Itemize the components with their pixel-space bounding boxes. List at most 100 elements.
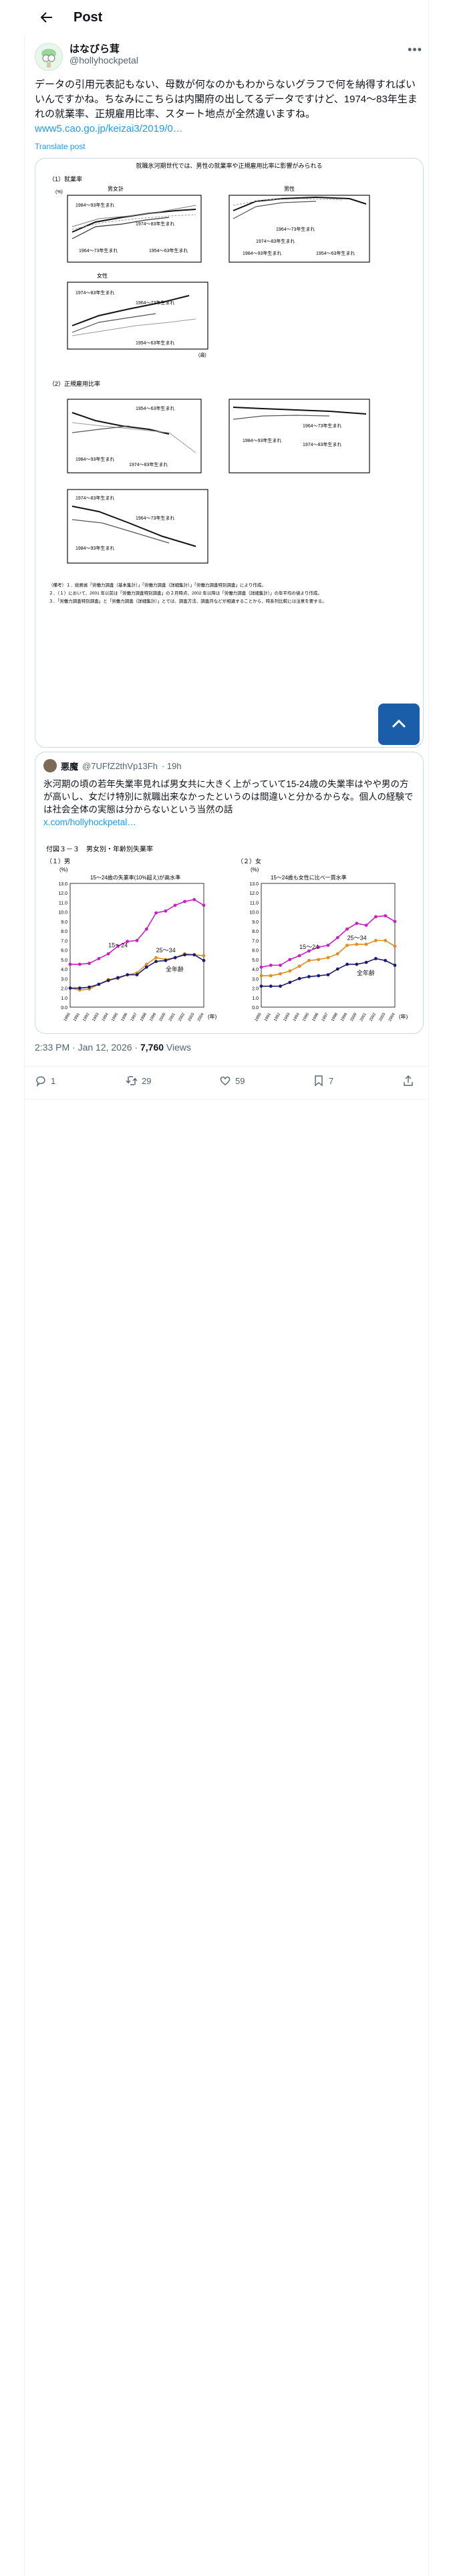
quote-chart-title: 付図３－３ 男女別・年齢別失業率 <box>46 845 153 853</box>
heart-icon <box>220 1076 231 1085</box>
more-options-icon[interactable]: ••• <box>408 43 422 57</box>
y-tick-label: 9.0 <box>61 920 67 925</box>
legend-a-2: 1984～93年生まれ <box>243 250 281 256</box>
data-point <box>297 954 301 958</box>
y-tick-label: 5.0 <box>61 958 67 963</box>
post-actions: 1 29 59 7 <box>24 1066 428 1099</box>
y-tick-label: 13.0 <box>249 882 259 887</box>
data-point <box>326 973 330 977</box>
legend-d-4: 1954～63年生まれ <box>136 405 174 411</box>
quoted-handle: @7UFfZ2thVp13Fh <box>82 760 158 771</box>
data-point <box>192 953 196 957</box>
y-tick-label: 10.0 <box>58 911 67 916</box>
employment-figure: 就職氷河期世代では、男性の就業率や正規雇用比率に影響がみられる （1）就業率 男… <box>49 162 370 604</box>
post-image[interactable]: 就職氷河期世代では、男性の就業率や正規雇用比率に影響がみられる （1）就業率 男… <box>35 158 424 748</box>
data-point <box>393 944 397 948</box>
back-arrow-icon[interactable] <box>35 5 59 29</box>
data-point <box>374 938 378 942</box>
legend-b-4: 1974～83年生まれ <box>129 461 168 467</box>
x-tick-label: 2001 <box>168 1012 176 1022</box>
data-point <box>326 944 330 947</box>
y-tick-label: 3.0 <box>252 977 259 982</box>
series-label: 15～24 <box>108 942 128 948</box>
quoted-chart: 付図３－３ 男女別・年齢別失業率 （１）男 （２）女 (%) (%) 15～24… <box>43 843 415 1024</box>
quoted-link[interactable]: x.com/hollyhockpetal… <box>43 817 136 827</box>
scroll-top-button[interactable] <box>378 704 420 745</box>
data-point <box>364 924 368 928</box>
translate-post-link[interactable]: Translate post <box>35 142 86 151</box>
data-point <box>288 958 292 962</box>
author-handle[interactable]: @hollyhockpetal <box>69 55 138 66</box>
panel-male-label: 男性 <box>284 185 295 192</box>
data-point <box>288 969 292 973</box>
female-panel-label: （２）女 <box>237 857 261 865</box>
y-tick-label: 1.0 <box>252 996 259 1001</box>
y-tick-label: 13.0 <box>58 882 67 887</box>
female-caption: 15～24歳も女性に比べ一貫水準 <box>271 874 347 881</box>
unemployment-chart: 付図３－３ 男女別・年齢別失業率 （１）男 （２）女 (%) (%) 15～24… <box>46 845 408 1023</box>
chevron-up-icon <box>392 719 406 728</box>
legend-d-2: 1954～63年生まれ <box>316 250 355 256</box>
legend-b-2: 1974～83年生まれ <box>256 238 295 244</box>
bookmark-button[interactable]: 7 <box>313 1075 333 1087</box>
series-label: 全年齢 <box>166 965 184 972</box>
like-count: 59 <box>235 1075 245 1086</box>
legend-c-1: 1964～73年生まれ <box>79 247 118 253</box>
data-point <box>135 938 139 942</box>
data-point <box>355 942 359 946</box>
repost-icon <box>126 1076 138 1085</box>
data-point <box>279 972 282 976</box>
quoted-text: 氷河期の頃の若年失業率見れば男女共に大きく上がっていて15-24歳の失業率はやや… <box>43 778 415 829</box>
x-tick-label: 1998 <box>331 1012 339 1022</box>
data-point <box>88 962 91 965</box>
data-point <box>355 962 359 966</box>
series-line <box>261 958 396 987</box>
pct-unit-1: (%) <box>55 190 63 195</box>
post-time[interactable]: 2:33 PM · Jan 12, 2026 · <box>35 1042 140 1053</box>
data-point <box>297 976 301 980</box>
data-point <box>384 958 388 962</box>
avatar[interactable] <box>35 43 63 71</box>
view-count: 7,760 <box>140 1042 164 1053</box>
data-point <box>106 952 110 956</box>
y-tick-label: 0.0 <box>61 1006 67 1010</box>
data-point <box>345 962 349 966</box>
x-tick-label: 1996 <box>121 1012 129 1022</box>
repost-button[interactable]: 29 <box>126 1075 151 1087</box>
data-point <box>154 911 158 915</box>
x-tick-label: 1990 <box>255 1012 263 1022</box>
x-tick-label: 2000 <box>350 1012 358 1022</box>
x-tick-label: 2004 <box>388 1012 396 1022</box>
quoted-post[interactable]: 悪魔 @7UFfZ2thVp13Fh · 19h 氷河期の頃の若年失業率見れば男… <box>35 752 424 1034</box>
data-point <box>135 973 139 977</box>
post-author: はなびら茸 @hollyhockpetal ••• <box>35 40 422 74</box>
age-unit: (歳) <box>198 352 206 358</box>
reply-button[interactable]: 1 <box>35 1075 55 1087</box>
data-point <box>202 958 206 962</box>
legend-a-1: 1984～93年生まれ <box>76 202 114 208</box>
share-button[interactable] <box>402 1075 414 1087</box>
like-button[interactable]: 59 <box>219 1075 245 1087</box>
share-icon <box>404 1075 413 1086</box>
series-label: 25～34 <box>347 935 367 942</box>
post-timestamp: 2:33 PM · Jan 12, 2026 · 7,760 Views <box>35 1042 191 1053</box>
author-name[interactable]: はなびら茸 <box>69 41 120 56</box>
y-tick-label: 8.0 <box>252 930 259 934</box>
legend-a-4: 1984～93年生まれ <box>76 456 114 462</box>
data-point <box>384 914 388 918</box>
data-point <box>173 903 177 907</box>
y-tick-label: 12.0 <box>249 891 259 896</box>
y-tick-label: 6.0 <box>252 949 259 954</box>
figure-note-1: （備考）１．総務省「労働力調査（基本集計）」「労働力調査（詳細集計）」「労働力調… <box>49 582 266 588</box>
series-label: 全年齢 <box>357 969 375 976</box>
post-link[interactable]: www5.cao.go.jp/keizai3/2019/0… <box>35 123 183 134</box>
y-tick-label: 4.0 <box>252 968 259 972</box>
data-point <box>335 952 339 956</box>
data-point <box>279 984 282 988</box>
data-point <box>164 909 168 913</box>
bookmark-icon <box>315 1075 323 1087</box>
x-tick-label: 2002 <box>369 1012 377 1022</box>
data-point <box>202 903 206 907</box>
y-tick-label: 10.0 <box>249 911 259 916</box>
quoted-body: 氷河期の頃の若年失業率見れば男女共に大きく上がっていて15-24歳の失業率はやや… <box>43 779 414 815</box>
